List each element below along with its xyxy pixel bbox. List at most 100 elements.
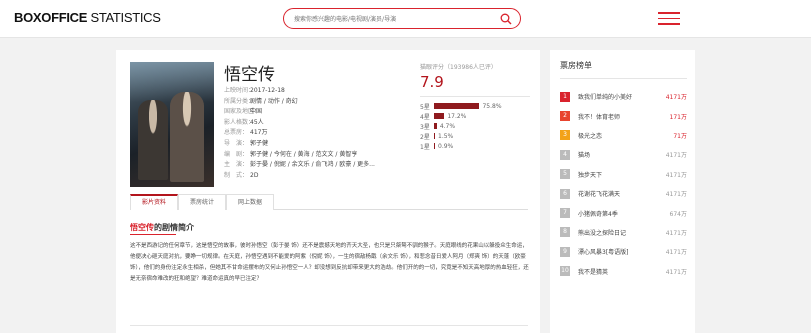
info-row: 编 剧： 郭子健 / 今何在 / 黄海 / 范文文 / 黄智亨 — [224, 150, 375, 161]
star-label: 2星 — [420, 133, 430, 141]
ranking-item[interactable]: 6 花谢花飞花满天 4171万 — [560, 184, 687, 203]
info-key: 国家及地区： — [224, 108, 261, 116]
rating-bar — [434, 143, 435, 149]
info-value: 中国 — [250, 108, 263, 116]
ranking-item[interactable]: 4 猫场 4171万 — [560, 145, 687, 164]
plot-summary: 这不是西游记的任何章节，这是悟空的故事，彼时孙悟空（彭于晏 饰）还不是震撼天地的… — [130, 243, 529, 282]
rank-badge: 10 — [560, 266, 570, 277]
rank-badge: 4 — [560, 149, 570, 160]
ranking-gross: 171万 — [669, 113, 687, 121]
ranking-item[interactable]: 1 致我们单纯的小美好 4171万 — [560, 87, 687, 106]
info-key: 导 演： — [224, 139, 249, 147]
ranking-movie-title[interactable]: 我不是猜英 — [578, 267, 666, 276]
ranking-movie-title[interactable]: 猫场 — [578, 150, 666, 159]
tab-online-data[interactable]: 网上数据 — [226, 194, 274, 210]
rank-badge: 7 — [560, 208, 570, 219]
rank-badge: 2 — [560, 111, 570, 122]
site-logo[interactable]: BOXOFFICE STATISTICS — [14, 10, 161, 25]
info-key: 制 式： — [224, 171, 249, 179]
ranking-movie-title[interactable]: 花谢花飞花满天 — [578, 189, 666, 198]
info-value: 彭于晏 / 倪妮 / 余文乐 / 俞飞鸿 / 欧豪 / 更多... — [250, 161, 375, 169]
info-row: 上映时间：2017-12-18 — [224, 86, 375, 97]
star-label: 5星 — [420, 103, 430, 111]
info-row: 国家及地区：中国 — [224, 107, 375, 118]
ranking-movie-title[interactable]: 极光之恋 — [578, 131, 673, 140]
ranking-gross: 4171万 — [665, 152, 687, 160]
star-label: 1星 — [420, 143, 430, 151]
ranking-gross: 4171万 — [665, 268, 687, 276]
top-bar: BOXOFFICE STATISTICS — [0, 0, 811, 38]
rating-percent: 0.9% — [438, 142, 454, 150]
ranking-item[interactable]: 8 熊出没之探险日记 4171万 — [560, 223, 687, 242]
section-title-suffix: 的剧情简介 — [154, 223, 194, 232]
rating-bar-row: 3星 4.7% — [420, 121, 530, 131]
ranking-gross: 674万 — [669, 210, 687, 218]
ranking-movie-title[interactable]: 致我们单纯的小美好 — [578, 92, 666, 101]
rank-badge: 8 — [560, 227, 570, 238]
rating-percent: 75.8% — [482, 102, 502, 110]
rating-bar — [434, 113, 445, 119]
rating-panel: 猫眼评分（193986人已评） 7.9 5星 75.8% 4星 17.2% 3星 4.7%… — [420, 62, 530, 151]
ranking-item[interactable]: 3 极光之恋 71万 — [560, 126, 687, 145]
ranking-item[interactable]: 7 小猪佩奇第4季 674万 — [560, 203, 687, 222]
ranking-item[interactable]: 9 漂心风暴3[粤语版] 4171万 — [560, 242, 687, 261]
info-row: 导 演： 郭子健 — [224, 139, 375, 150]
info-row: 影人格数：45人 — [224, 118, 375, 129]
star-label: 4星 — [420, 113, 430, 121]
ranking-movie-title[interactable]: 我不！体育老师 — [578, 112, 670, 121]
info-value: 剧情 / 动作 / 奇幻 — [250, 97, 298, 105]
search-icon[interactable] — [500, 13, 512, 25]
rank-badge: 1 — [560, 91, 570, 102]
rating-bar — [434, 123, 437, 129]
ranking-gross: 71万 — [673, 132, 687, 140]
ranking-movie-title[interactable]: 漂心风暴3[粤语版] — [578, 247, 666, 256]
info-row: 所属分类：剧情 / 动作 / 奇幻 — [224, 97, 375, 108]
search-box — [283, 8, 521, 29]
star-label: 3星 — [420, 123, 430, 131]
rank-badge: 6 — [560, 188, 570, 199]
ranking-item[interactable]: 10 我不是猜英 4171万 — [560, 262, 687, 281]
info-row: 制 式： 2D — [224, 171, 375, 182]
rating-bar-row: 4星 17.2% — [420, 111, 530, 121]
ranking-gross: 4171万 — [665, 249, 687, 257]
rating-bar-row: 2星 1.5% — [420, 131, 530, 141]
info-value: 45人 — [250, 118, 264, 126]
info-row: 主 演： 彭于晏 / 倪妮 / 余文乐 / 俞飞鸿 / 欧豪 / 更多... — [224, 160, 375, 171]
logo-light: STATISTICS — [87, 10, 161, 25]
ranking-movie-title[interactable]: 独步天下 — [578, 170, 666, 179]
rating-label: 猫眼评分（193986人已评） — [420, 64, 497, 71]
rank-badge: 5 — [560, 169, 570, 180]
tab-bar: 影片资料 票房统计 网上数据 — [130, 194, 528, 210]
ranking-gross: 4171万 — [665, 171, 687, 179]
ranking-movie-title[interactable]: 熊出没之探险日记 — [578, 228, 666, 237]
movie-title: 悟空传 — [224, 65, 275, 85]
tab-movie-info[interactable]: 影片资料 — [130, 194, 178, 210]
search-input[interactable] — [294, 12, 494, 26]
rating-bar-row: 1星 0.9% — [420, 141, 530, 151]
rating-score: 7.9 — [420, 73, 444, 91]
menu-icon[interactable] — [658, 12, 680, 25]
info-key: 影人格数： — [224, 118, 255, 126]
ranking-item[interactable]: 5 独步天下 4171万 — [560, 165, 687, 184]
tab-box-office[interactable]: 票房统计 — [178, 194, 226, 210]
info-row: 总票房： 417万 — [224, 128, 375, 139]
info-value: 郭子健 / 今何在 / 黄海 / 范文文 / 黄智亨 — [250, 150, 358, 158]
info-key: 总票房： — [224, 129, 249, 137]
rating-percent: 4.7% — [439, 122, 456, 130]
section-title: 悟空传的剧情简介 — [130, 222, 194, 233]
ranking-title: 票房榜单 — [560, 61, 592, 70]
movie-panel: 悟空传 上映时间：2017-12-18 所属分类：剧情 / 动作 / 奇幻 国家及地… — [116, 50, 540, 333]
ranking-item[interactable]: 2 我不！体育老师 171万 — [560, 106, 687, 125]
movie-poster — [130, 62, 214, 187]
info-value: 2D — [250, 171, 259, 179]
rank-badge: 9 — [560, 246, 570, 257]
info-value: 郭子健 — [250, 139, 269, 147]
info-key: 上映时间： — [224, 87, 255, 94]
logo-bold: BOXOFFICE — [14, 10, 88, 25]
ranking-movie-title[interactable]: 小猪佩奇第4季 — [578, 209, 670, 218]
info-key: 编 剧： — [224, 150, 249, 158]
ranking-gross: 4171万 — [665, 229, 687, 237]
section-title-movie: 悟空传 — [130, 223, 154, 232]
rating-bar — [434, 103, 480, 109]
rating-bar — [434, 133, 435, 139]
